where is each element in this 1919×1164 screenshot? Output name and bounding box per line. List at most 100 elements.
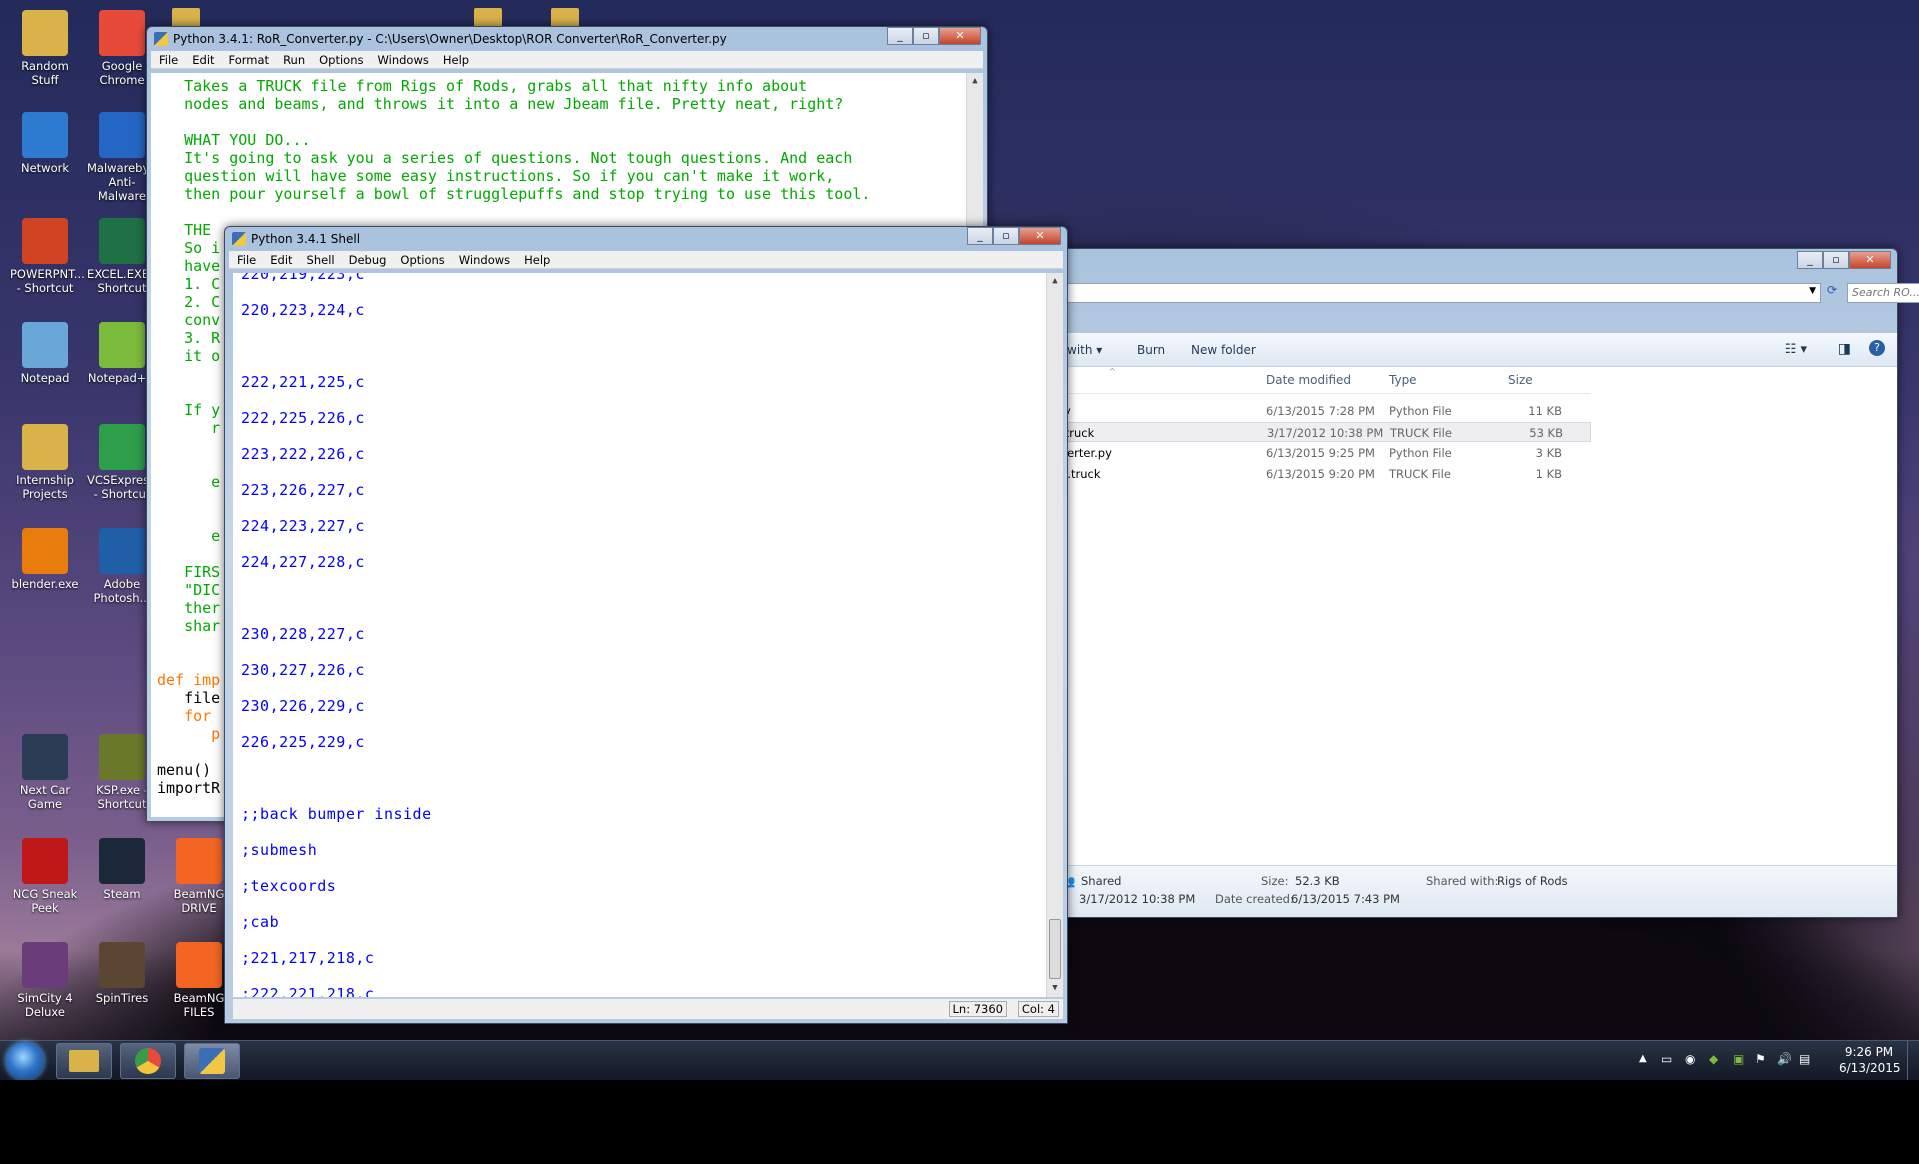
close-button[interactable]: ✕ <box>939 27 981 45</box>
folder-icon[interactable] <box>551 8 579 28</box>
shell-line: 224,227,228,c <box>241 553 365 571</box>
address-bar[interactable]: ▼ <box>1051 283 1821 303</box>
shell-line: ;submesh <box>241 841 318 859</box>
spintires-icon <box>99 942 145 988</box>
shell-line: 222,225,226,c <box>241 409 365 427</box>
clock-date[interactable]: 6/13/2015 <box>1839 1061 1901 1075</box>
shared-with-label: Shared with: <box>1426 874 1499 888</box>
help-icon[interactable]: ? <box>1869 340 1885 356</box>
file-row[interactable]: nverter.py 6/13/2015 9:25 PM Python File 3 … <box>1051 443 1591 463</box>
start-button[interactable] <box>6 1042 44 1080</box>
clock-time[interactable]: 9:26 PM <box>1839 1045 1899 1059</box>
minimize-button[interactable]: _ <box>1797 251 1823 269</box>
desktop-icon[interactable]: Steam <box>87 838 157 901</box>
maximize-button[interactable]: ▫ <box>913 27 939 45</box>
minimize-button[interactable]: _ <box>887 27 913 45</box>
menu-item[interactable]: Windows <box>459 251 510 268</box>
powerpoint-icon <box>22 218 68 264</box>
desktop-icon[interactable]: SimCity 4 Deluxe <box>10 942 80 1019</box>
shell-text-area[interactable]: 220,219,223,c 220,223,224,c 222,221,225,c 2… <box>233 273 1063 997</box>
excel-icon <box>99 218 145 264</box>
menu-item[interactable]: Format <box>229 51 270 68</box>
file-row[interactable]: .py6/13/2015 7:28 PMPython File11 KB <box>1051 401 1591 421</box>
nvidia-tray-icon[interactable]: ◆ <box>1709 1052 1718 1066</box>
menu-item[interactable]: Debug <box>349 251 387 268</box>
folder-icon[interactable] <box>474 8 502 28</box>
shell-statusbar: Ln: 7360 Col: 4 <box>233 999 1063 1019</box>
menu-item[interactable]: Shell <box>307 251 335 268</box>
menu-item[interactable]: File <box>237 251 256 268</box>
display-tray-icon[interactable]: ▤ <box>1799 1052 1810 1066</box>
new-folder-button[interactable]: New folder <box>1191 343 1256 357</box>
desktop-icon[interactable]: blender.exe <box>10 528 80 591</box>
burn-button[interactable]: Burn <box>1137 343 1165 357</box>
scroll-up-icon[interactable]: ▲ <box>967 73 983 90</box>
desktop-icon[interactable]: Network <box>10 112 80 175</box>
desktop-icon[interactable]: NCG Sneak Peek <box>10 838 80 915</box>
scroll-down-icon[interactable]: ▼ <box>1047 980 1063 997</box>
maximize-button[interactable]: ▫ <box>1823 251 1849 269</box>
steam-tray-icon[interactable]: ◉ <box>1685 1052 1695 1066</box>
network-tray-icon[interactable]: ▭ <box>1661 1052 1672 1066</box>
volume-icon[interactable]: 🔊 <box>1777 1052 1792 1066</box>
show-desktop-button[interactable] <box>1907 1041 1919 1080</box>
taskbar-explorer-button[interactable] <box>56 1043 112 1079</box>
taskbar-python-button[interactable] <box>184 1043 240 1079</box>
menu-item[interactable]: Edit <box>192 51 214 68</box>
shell-line: 230,226,229,c <box>241 697 365 715</box>
close-button[interactable]: ✕ <box>1019 227 1061 245</box>
menu-item[interactable]: Help <box>524 251 550 268</box>
desktop-icon[interactable]: SpinTires <box>87 942 157 1005</box>
file-row[interactable]: e.truck 3/17/2012 10:38 PM TRUCK File 53 KB <box>1051 422 1591 442</box>
menu-item[interactable]: Options <box>400 251 444 268</box>
code-line: Takes a TRUCK file from Rigs of Rods, gr… <box>157 77 808 95</box>
desktop-icon-label: POWERPNT... - Shortcut <box>10 267 85 295</box>
ksp-icon <box>99 734 145 780</box>
show-hidden-icons-icon[interactable]: ▲ <box>1639 1053 1647 1064</box>
menu-item[interactable]: Run <box>283 51 305 68</box>
action-center-icon[interactable]: ⚑ <box>1755 1052 1766 1066</box>
preview-pane-icon[interactable]: ◨ <box>1838 341 1851 357</box>
open-with-button[interactable]: with ▾ <box>1067 343 1102 357</box>
file-row[interactable]: de.truck 6/13/2015 9:20 PM TRUCK File 1 KB <box>1051 464 1591 484</box>
menu-item[interactable]: Help <box>443 51 469 68</box>
menu-item[interactable]: Windows <box>378 51 429 68</box>
desktop-icon[interactable]: Notepad <box>10 322 80 385</box>
chevron-down-icon[interactable]: ▼ <box>1809 286 1816 296</box>
close-button[interactable]: ✕ <box>1849 251 1891 269</box>
desktop-icon[interactable]: Next Car Game <box>10 734 80 811</box>
shell-scrollbar[interactable]: ▲ ▼ <box>1046 273 1063 997</box>
code-line: nodes and beams, and throws it into a ne… <box>157 95 844 113</box>
scroll-thumb[interactable] <box>1049 919 1061 979</box>
desktop-icon[interactable]: Random Stuff <box>10 10 80 87</box>
folder-icon[interactable] <box>172 8 200 28</box>
menu-item[interactable]: File <box>159 51 178 68</box>
minimize-button[interactable]: _ <box>967 227 993 245</box>
menu-item[interactable]: Edit <box>270 251 292 268</box>
view-options-icon[interactable]: ☷ ▾ <box>1785 342 1807 357</box>
python-icon <box>232 232 246 246</box>
column-date-modified[interactable]: Date modified <box>1266 373 1351 387</box>
taskbar-chrome-button[interactable] <box>120 1043 176 1079</box>
desktop-icon-label: SpinTires <box>95 991 149 1005</box>
column-size[interactable]: Size <box>1508 373 1533 387</box>
maximize-button[interactable]: ▫ <box>993 227 1019 245</box>
simcity-icon <box>22 942 68 988</box>
below-screen-area <box>0 1080 1919 1164</box>
shell-line: 226,225,229,c <box>241 733 365 751</box>
column-type[interactable]: Type <box>1389 373 1417 387</box>
update-tray-icon[interactable]: ▣ <box>1733 1052 1744 1066</box>
created-label: Date created: <box>1215 892 1294 906</box>
refresh-icon[interactable]: ⟳ <box>1821 283 1843 303</box>
search-input[interactable]: Search RO... ⌕ <box>1847 283 1919 303</box>
desktop-icon[interactable]: POWERPNT... - Shortcut <box>10 218 85 295</box>
menu-item[interactable]: Options <box>319 51 363 68</box>
shell-line: 223,226,227,c <box>241 481 365 499</box>
scroll-up-icon[interactable]: ▲ <box>1047 273 1063 290</box>
desktop-icon[interactable]: Internship Projects <box>10 424 80 501</box>
